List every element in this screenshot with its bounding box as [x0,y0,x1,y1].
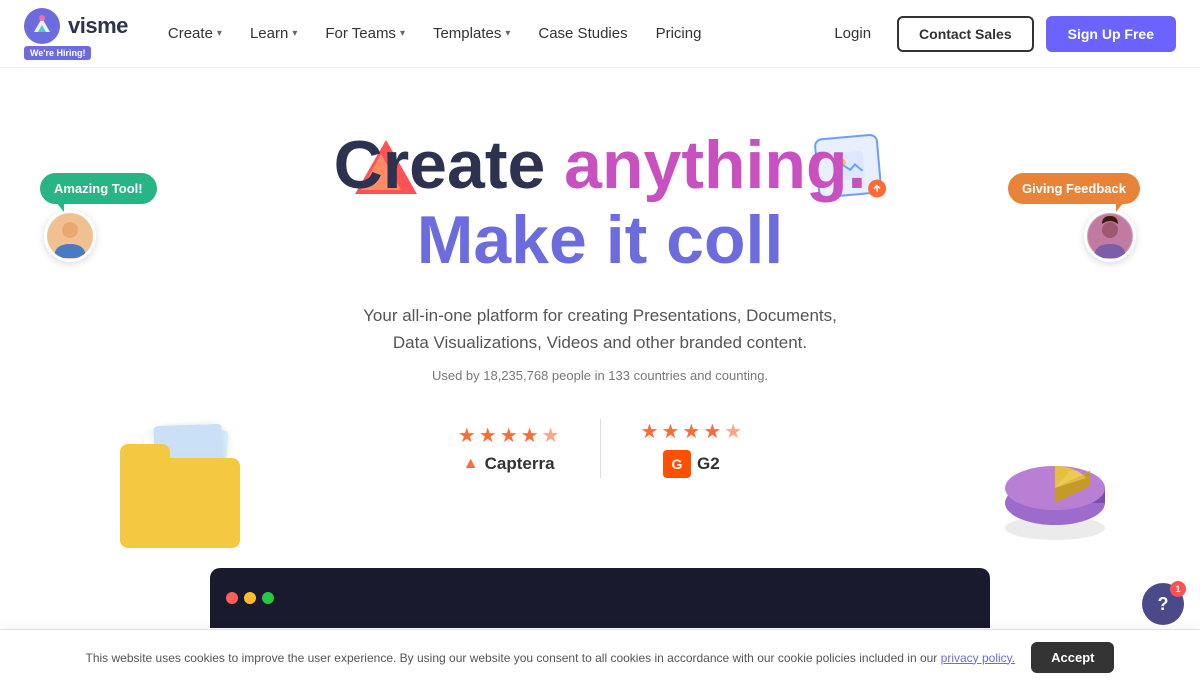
g2-stars: ★ ★ ★ ★ ★ [641,419,743,444]
nav-left: visme We're Hiring! Create ▾ Learn ▾ For… [24,8,713,60]
logo-link[interactable]: visme [24,8,128,44]
browser-dot-green [262,592,274,604]
hero-stats: Used by 18,235,768 people in 133 countri… [20,368,1180,383]
folder-illustration [100,418,260,548]
capterra-logo: ▲ Capterra [463,454,555,474]
chevron-down-icon: ▾ [505,28,510,39]
help-button[interactable]: ? 1 [1142,583,1184,625]
browser-dot-yellow [244,592,256,604]
hero-subtitle: Your all-in-one platform for creating Pr… [350,302,850,356]
nav-pricing[interactable]: Pricing [644,17,714,50]
hero-section: Amazing Tool! Giving Feedback Create any… [0,68,1200,628]
chevron-down-icon: ▾ [292,28,297,39]
g2-icon: G [663,450,691,478]
logo-area: visme We're Hiring! [24,8,128,60]
hero-text: Create anything. Make it coll Your all-i… [20,108,1180,383]
chevron-down-icon: ▾ [217,28,222,39]
folder-base [120,458,240,548]
logo-text: visme [68,13,128,39]
nav-right: Login Contact Sales Sign Up Free [820,16,1176,52]
contact-sales-button[interactable]: Contact Sales [897,16,1034,52]
nav-learn[interactable]: Learn ▾ [238,17,309,50]
g2-rating: ★ ★ ★ ★ ★ G G2 [600,419,783,478]
visme-logo-icon [24,8,60,44]
navbar: visme We're Hiring! Create ▾ Learn ▾ For… [0,0,1200,68]
nav-templates[interactable]: Templates ▾ [421,17,522,50]
nav-links: Create ▾ Learn ▾ For Teams ▾ Templates ▾… [156,17,714,50]
browser-dot-red [226,592,238,604]
help-icon: ? [1158,594,1169,615]
cookie-bar: This website uses cookies to improve the… [0,629,1200,685]
nav-for-teams[interactable]: For Teams ▾ [313,17,417,50]
capterra-rating: ★ ★ ★ ★ ★ ▲ Capterra [418,423,600,474]
signup-button[interactable]: Sign Up Free [1046,16,1176,52]
hero-title: Create anything. Make it coll [20,128,1180,278]
pie-chart-illustration [990,433,1120,548]
nav-case-studies[interactable]: Case Studies [526,17,639,50]
nav-create[interactable]: Create ▾ [156,17,234,50]
browser-preview-bar [210,568,990,628]
help-badge: 1 [1170,581,1186,597]
hero-title-line1: Create anything. [20,128,1180,203]
capterra-stars: ★ ★ ★ ★ ★ [458,423,560,448]
pie-svg [990,433,1120,543]
accept-cookies-button[interactable]: Accept [1031,642,1114,673]
privacy-policy-link[interactable]: privacy policy. [941,651,1015,665]
cookie-message: This website uses cookies to improve the… [86,651,1016,665]
login-button[interactable]: Login [820,17,885,50]
chevron-down-icon: ▾ [400,28,405,39]
hero-title-line2: Make it coll [20,203,1180,278]
hiring-badge: We're Hiring! [24,46,91,60]
capterra-icon: ▲ [463,455,479,473]
g2-logo: G G2 [663,450,720,478]
